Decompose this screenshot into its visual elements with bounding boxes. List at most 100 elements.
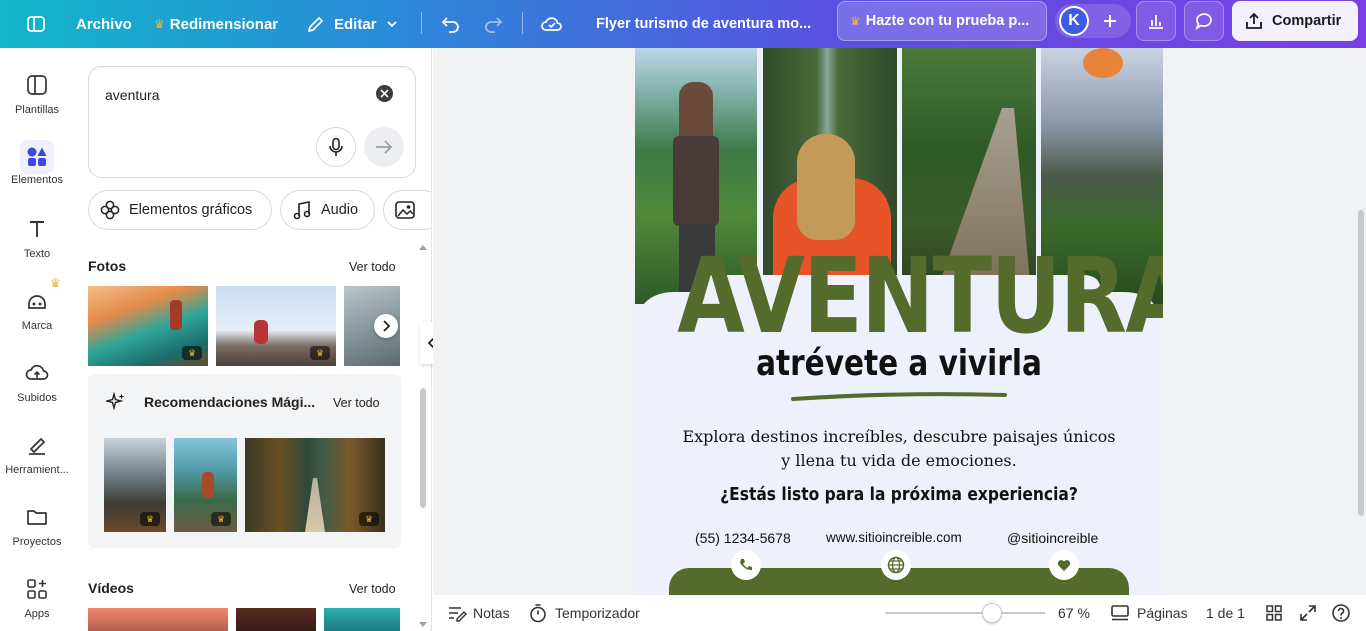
canvas-scrollbar[interactable]	[1357, 48, 1365, 595]
videos-see-all-link[interactable]: Ver todo	[349, 582, 396, 596]
design-canvas-area: AVENTURA atrévete a vivirla Explora dest…	[433, 48, 1366, 595]
zoom-slider[interactable]	[885, 595, 1045, 631]
help-button[interactable]	[1331, 595, 1351, 631]
image-icon	[395, 201, 415, 219]
fullscreen-button[interactable]	[1299, 595, 1317, 631]
redo-icon	[485, 17, 503, 33]
crown-icon: ♛	[154, 17, 165, 31]
crown-icon: ♛	[50, 276, 61, 290]
redo-button[interactable]	[482, 0, 504, 48]
rail-item-text[interactable]: Texto	[0, 216, 74, 260]
chevron-right-icon	[383, 320, 391, 332]
edit-label: Editar	[334, 15, 377, 33]
share-button[interactable]: Compartir	[1232, 1, 1358, 41]
apps-grid-icon	[24, 576, 50, 602]
photo-thumbnail[interactable]: ♛	[245, 438, 385, 532]
scrollbar-thumb[interactable]	[1358, 210, 1364, 516]
rail-item-tools[interactable]: Herramient...	[0, 432, 74, 476]
page-indicator[interactable]: 1 de 1	[1206, 595, 1245, 631]
chip-graphic-elements[interactable]: Elementos gráficos	[88, 190, 272, 230]
folder-icon	[24, 504, 50, 530]
photos-see-all-link[interactable]: Ver todo	[349, 260, 396, 274]
rail-item-templates[interactable]: Plantillas	[0, 72, 74, 116]
rail-item-label: Herramient...	[5, 464, 69, 476]
flyer-headline[interactable]: AVENTURA	[677, 244, 1163, 348]
photos-next-button[interactable]	[374, 314, 398, 338]
share-upload-icon	[1246, 12, 1262, 29]
comments-button[interactable]	[1184, 1, 1224, 41]
help-question-icon	[1332, 604, 1350, 622]
crown-icon: ♛	[211, 512, 231, 526]
brand-kit-icon	[24, 288, 50, 314]
chip-label: Audio	[321, 202, 359, 218]
rail-item-projects[interactable]: Proyectos	[0, 504, 74, 548]
insights-button[interactable]	[1136, 1, 1176, 41]
flyer-question[interactable]: ¿Estás listo para la próxima experiencia…	[672, 484, 1126, 505]
document-title[interactable]: Flyer turismo de aventura mo...	[596, 0, 811, 48]
rail-item-label: Proyectos	[12, 536, 62, 548]
photo-thumbnail[interactable]: ♛	[174, 438, 237, 532]
cloud-check-icon	[541, 17, 562, 31]
search-box[interactable]: aventura	[88, 66, 416, 178]
zoom-slider-track	[885, 612, 1045, 614]
voice-search-button[interactable]	[316, 127, 356, 167]
pages-button[interactable]: Páginas	[1110, 595, 1188, 631]
zoom-percentage[interactable]: 67 %	[1058, 595, 1090, 631]
rail-item-label: Subidos	[17, 392, 57, 404]
flyer-website[interactable]: www.sitioincreible.com	[826, 530, 962, 545]
rail-item-elements[interactable]: Elementos	[0, 140, 74, 192]
trial-button[interactable]: ♛ Hazte con tu prueba p...	[837, 1, 1047, 41]
resize-button[interactable]: ♛ Redimensionar	[154, 0, 278, 48]
flyer-body-line-1[interactable]: Explora destinos increíbles, descubre pa…	[635, 427, 1163, 446]
music-note-icon	[293, 201, 311, 220]
submit-search-button[interactable]	[364, 127, 404, 167]
pages-icon	[1111, 605, 1129, 621]
video-thumbnail[interactable]	[88, 608, 228, 631]
flower-shapes-icon	[100, 200, 120, 220]
flyer-phone[interactable]: (55) 1234-5678	[695, 530, 791, 546]
side-navigation-rail: Plantillas Elementos Texto ♛ Marca Subid…	[0, 48, 74, 631]
grid-view-button[interactable]	[1265, 595, 1283, 631]
photo-thumbnail[interactable]: ♛	[216, 286, 336, 366]
flyer-tagline[interactable]: atrévete a vivirla	[683, 346, 1116, 382]
video-thumbnail[interactable]	[236, 608, 316, 631]
flyer-body-line-2[interactable]: y llena tu vida de emociones.	[635, 451, 1163, 470]
tools-pen-icon	[24, 432, 50, 458]
toggle-sidebar-button[interactable]	[26, 0, 46, 48]
magic-see-all-link[interactable]: Ver todo	[333, 396, 380, 410]
video-thumbnail[interactable]	[324, 608, 400, 631]
add-collaborator-button[interactable]	[1095, 6, 1125, 36]
scrollbar-thumb[interactable]	[420, 388, 426, 508]
photo-hair	[679, 82, 713, 142]
rail-item-apps[interactable]: Apps	[0, 576, 74, 620]
text-t-icon	[24, 216, 50, 242]
edit-menu-button[interactable]: Editar	[306, 0, 399, 48]
flyer-social[interactable]: @sitioincreible	[1007, 530, 1098, 546]
panel-scrollbar[interactable]	[419, 244, 427, 628]
photo-thumbnail[interactable]: ♛	[88, 286, 208, 366]
page-indicator-text: 1 de 1	[1206, 605, 1245, 621]
document-title-text: Flyer turismo de aventura mo...	[596, 16, 812, 32]
rail-item-uploads[interactable]: Subidos	[0, 360, 74, 404]
avatar[interactable]: K	[1059, 6, 1089, 36]
flyer-page[interactable]: AVENTURA atrévete a vivirla Explora dest…	[635, 48, 1163, 595]
zoom-slider-thumb[interactable]	[982, 603, 1002, 623]
search-input[interactable]: aventura	[105, 87, 159, 103]
scroll-down-icon	[419, 622, 427, 627]
chip-photos[interactable]	[383, 190, 431, 230]
file-menu-button[interactable]: Archivo	[76, 0, 132, 48]
notes-button[interactable]: Notas	[447, 595, 510, 631]
avatar-initial: K	[1068, 12, 1080, 29]
cloud-save-status[interactable]	[540, 0, 564, 48]
cloud-upload-icon	[24, 360, 50, 386]
photo-thumbnail[interactable]: ♛	[104, 438, 166, 532]
timer-button[interactable]: Temporizador	[529, 595, 640, 631]
divider	[421, 12, 422, 34]
rail-item-brand[interactable]: ♛ Marca	[0, 276, 74, 332]
chip-audio[interactable]: Audio	[280, 190, 375, 230]
brush-underline	[791, 392, 1007, 401]
heart-icon	[1049, 550, 1079, 580]
undo-button[interactable]	[440, 0, 462, 48]
clear-search-button[interactable]	[376, 85, 393, 102]
videos-section-title: Vídeos	[88, 580, 134, 596]
